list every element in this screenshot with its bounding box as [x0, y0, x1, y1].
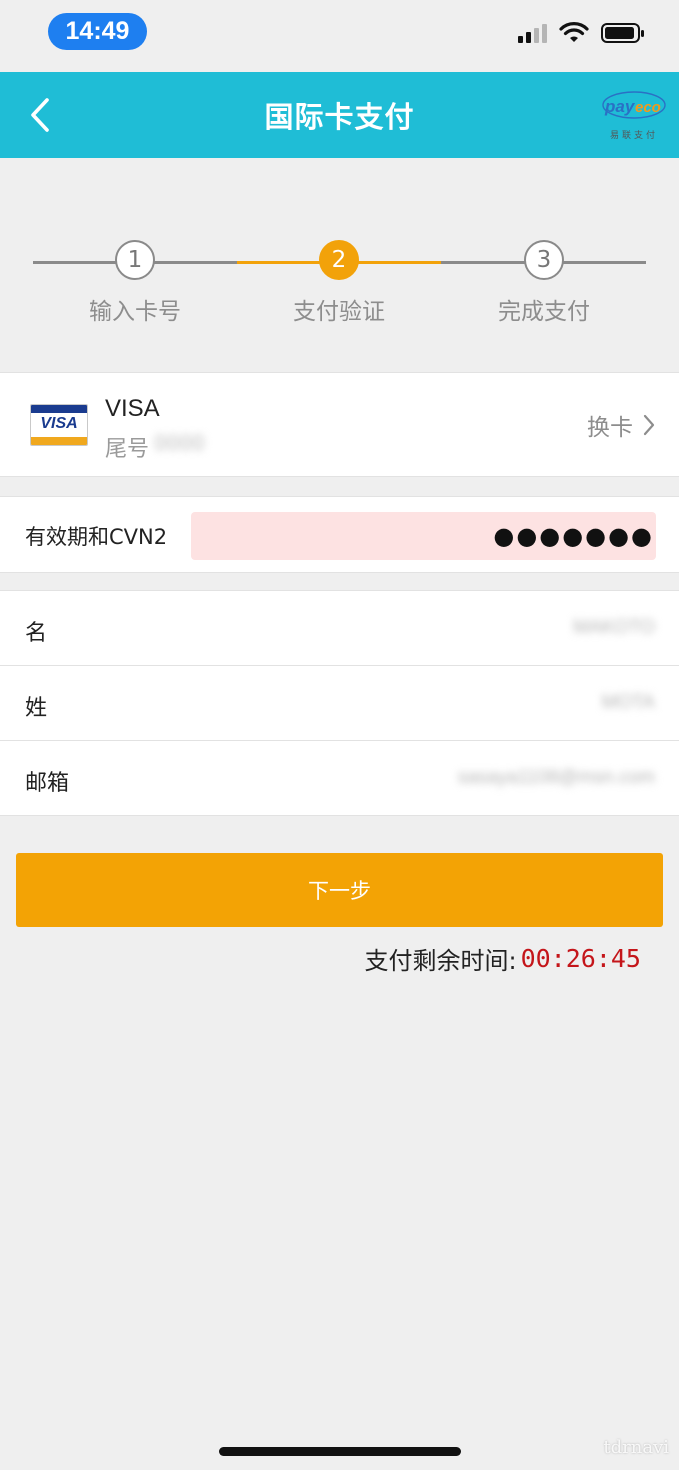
email-value: sasaya1108@msn.com [457, 767, 655, 788]
first-name-value: MAKOTO [573, 617, 655, 638]
last-name-row[interactable]: 姓 MOTA [0, 666, 679, 741]
cvn-row: 有效期和CVN2 ●●●●●●● [0, 496, 679, 573]
step-3-circle: 3 [524, 240, 564, 280]
battery-icon [601, 23, 644, 43]
cellular-signal-icon [518, 23, 547, 43]
payeco-logo-mark: pay eco [602, 91, 666, 119]
last-name-value: MOTA [601, 692, 655, 713]
email-row[interactable]: 邮箱 sasaya1108@msn.com [0, 741, 679, 816]
payment-steps: 1 2 3 输入卡号 支付验证 完成支付 [0, 158, 679, 372]
home-indicator[interactable] [219, 1447, 461, 1456]
step-2-label: 支付验证 [293, 299, 385, 325]
status-time: 14:49 [48, 13, 147, 50]
step-3-label: 完成支付 [498, 299, 590, 325]
cvn-masked-value: ●●●●●●● [493, 522, 654, 550]
visa-card-icon: VISA [30, 404, 88, 446]
selected-card-row: VISA VISA 尾号 0000 换卡 [0, 372, 679, 477]
payment-screen: 14:49 国际卡支付 pay eco 易联支付 1 2 3 输入卡号 支付验证… [0, 0, 679, 1470]
card-tail-label: 尾号 [105, 437, 150, 462]
change-card-button[interactable]: 换卡 [587, 408, 655, 442]
personal-info-group: 名 MAKOTO 姓 MOTA 邮箱 sasaya1108@msn.com [0, 590, 679, 816]
visa-logo-text: VISA [40, 415, 78, 432]
first-name-row[interactable]: 名 MAKOTO [0, 591, 679, 666]
first-name-label: 名 [25, 621, 48, 646]
logo-eco-text: eco [635, 99, 661, 116]
email-label: 邮箱 [25, 771, 70, 796]
card-brand: VISA [105, 395, 160, 422]
page-title: 国际卡支付 [264, 100, 415, 134]
status-bar: 14:49 [0, 0, 679, 72]
step-1-label: 输入卡号 [89, 299, 181, 325]
step-2-circle: 2 [319, 240, 359, 280]
logo-pay-text: pay [604, 97, 636, 116]
nav-bar: 国际卡支付 pay eco 易联支付 [0, 72, 679, 158]
logo-subtext: 易联支付 [609, 131, 658, 141]
change-card-label: 换卡 [587, 415, 633, 441]
payment-timer: 支付剩余时间: 00:26:45 [364, 941, 641, 976]
last-name-label: 姓 [25, 696, 48, 721]
step-1-circle: 1 [115, 240, 155, 280]
watermark: tdrnavi [603, 1437, 669, 1458]
timer-label: 支付剩余时间: [364, 947, 517, 975]
card-tail-value: 0000 [154, 431, 205, 455]
status-icons [518, 22, 645, 44]
payeco-logo: pay eco 易联支付 [601, 88, 667, 144]
next-step-button[interactable]: 下一步 [16, 853, 663, 927]
wifi-icon [559, 22, 589, 42]
chevron-right-icon [643, 414, 655, 436]
timer-value: 00:26:45 [520, 944, 641, 973]
cvn-label: 有效期和CVN2 [25, 525, 168, 549]
